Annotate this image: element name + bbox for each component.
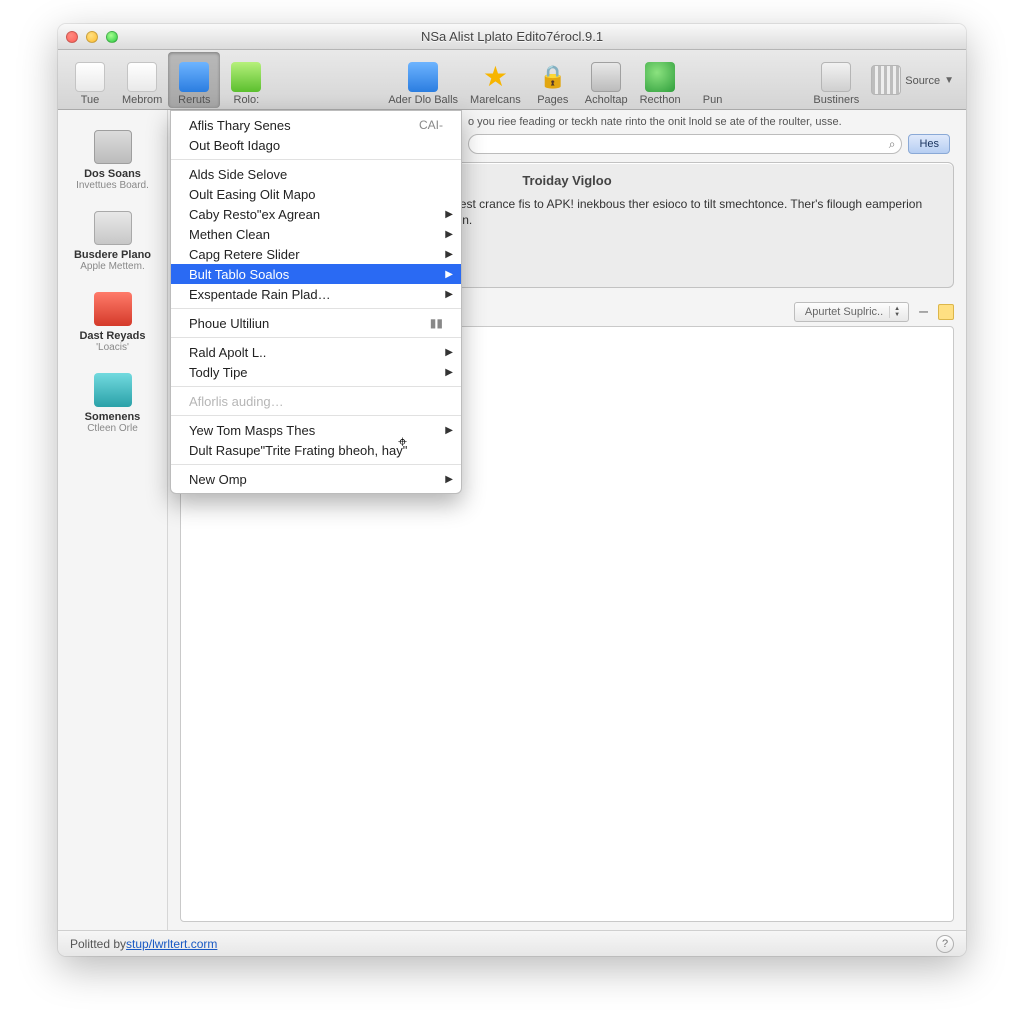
search-button[interactable]: Hes <box>908 134 950 154</box>
sidebar-item-busdere-plano[interactable]: Busdere PlanoApple Mettem. <box>58 205 167 286</box>
menu-separator <box>171 415 461 416</box>
toolbar-pages[interactable]: 🔒Pages <box>527 52 579 108</box>
lock-icon: 🔒 <box>538 62 568 92</box>
window-title: NSa Alist Lplato Edito7érocl.9.1 <box>58 29 966 44</box>
star-icon: ★ <box>480 62 510 92</box>
menu-item[interactable]: Alds Side Selove <box>171 164 461 184</box>
globe-icon <box>645 62 675 92</box>
shortcut-label: ▮▮ <box>430 316 443 330</box>
window-controls <box>66 31 118 43</box>
menu-item[interactable]: Bult Tablo Soalos▶ <box>171 264 461 284</box>
menu-separator <box>171 386 461 387</box>
menu-separator <box>171 464 461 465</box>
minus-button[interactable]: – <box>915 303 932 321</box>
toolbar-rolo-[interactable]: Rolo: <box>220 52 272 108</box>
toolbar: TueMebromRerutsRolo: Ader Dlo Balls★Marel… <box>58 50 966 110</box>
red-icon <box>94 292 132 326</box>
menu-item[interactable]: Dult Rasupe"Trite Frating bheoh, hay" <box>171 440 461 460</box>
toolbar-bustiners[interactable]: Bustiners <box>807 52 865 108</box>
toolbar-pun[interactable]: Pun <box>687 52 739 108</box>
menu-item[interactable]: Methen Clean▶ <box>171 224 461 244</box>
menu-item[interactable]: Todly Tipe▶ <box>171 362 461 382</box>
menu-separator <box>171 159 461 160</box>
menu-item: Aflorlis auding… <box>171 391 461 411</box>
shortcut-label: CAI- <box>419 118 443 132</box>
menu-separator <box>171 308 461 309</box>
blue-icon <box>179 62 209 92</box>
close-icon[interactable] <box>66 31 78 43</box>
toolbar-marelcans[interactable]: ★Marelcans <box>464 52 527 108</box>
chip-icon <box>94 130 132 164</box>
zoom-icon[interactable] <box>106 31 118 43</box>
submenu-arrow-icon: ▶ <box>445 347 453 358</box>
menu-item[interactable]: New Omp▶ <box>171 469 461 489</box>
stepper-icon[interactable]: ▲▼ <box>889 306 904 318</box>
menu-item[interactable]: Aflis Thary SenesCAI- <box>171 115 461 135</box>
sidebar: Dos SoansInvettues Board.Busdere PlanoAp… <box>58 110 168 930</box>
menu-separator <box>171 337 461 338</box>
toolbar-mebrom[interactable]: Mebrom <box>116 52 168 108</box>
menu-item[interactable]: Capg Retere Slider▶ <box>171 244 461 264</box>
search-icon: ⌕ <box>889 137 896 152</box>
page-icon <box>127 62 157 92</box>
submenu-arrow-icon: ▶ <box>445 269 453 280</box>
toolbar-recthon[interactable]: Recthon <box>634 52 687 108</box>
sidebar-item-somenens[interactable]: SomenensCtleen Orle <box>58 367 167 448</box>
menu-item[interactable]: Caby Resto"ex Agrean▶ <box>171 204 461 224</box>
status-prefix: Politted by <box>70 937 126 951</box>
sidebar-item-dos-soans[interactable]: Dos SoansInvettues Board. <box>58 124 167 205</box>
toolbar-ader-dlo-balls[interactable]: Ader Dlo Balls <box>382 52 464 108</box>
menu-item[interactable]: Yew Tom Masps Thes▶ <box>171 420 461 440</box>
submenu-arrow-icon: ▶ <box>445 209 453 220</box>
submenu-arrow-icon: ▶ <box>445 249 453 260</box>
titlebar: NSa Alist Lplato Edito7érocl.9.1 <box>58 24 966 50</box>
toolbar-acholtap[interactable]: Acholtap <box>579 52 634 108</box>
sidebar-item-dast-reyads[interactable]: Dast Reyads'Loacis' <box>58 286 167 367</box>
help-icon[interactable]: ? <box>936 935 954 953</box>
menu-item[interactable]: Exspentade Rain Plad…▶ <box>171 284 461 304</box>
page-icon <box>75 62 105 92</box>
grid-icon <box>871 65 901 95</box>
menu-item[interactable]: Phoue Ultiliun▮▮ <box>171 313 461 333</box>
note-icon[interactable] <box>938 304 954 320</box>
style-combo[interactable]: Apurtet Suplric.. ▲▼ <box>794 302 909 322</box>
status-link[interactable]: stup/lwrltert.corm <box>126 937 217 951</box>
toolbar-reruts[interactable]: Reruts <box>168 52 220 108</box>
submenu-arrow-icon: ▶ <box>445 367 453 378</box>
menu-item[interactable]: Oult Easing Olit Mapo <box>171 184 461 204</box>
search-input[interactable]: ⌕ <box>468 134 902 154</box>
green-icon <box>231 62 261 92</box>
context-menu[interactable]: Aflis Thary SenesCAI-Out Beoft Idago Alds… <box>170 110 462 494</box>
submenu-arrow-icon: ▶ <box>445 425 453 436</box>
toolbar-tue[interactable]: Tue <box>64 52 116 108</box>
toolbar-source[interactable]: Source▼ <box>865 52 960 108</box>
teal-icon <box>94 373 132 407</box>
submenu-arrow-icon: ▶ <box>445 474 453 485</box>
submenu-arrow-icon: ▶ <box>445 229 453 240</box>
menu-item[interactable]: Out Beoft Idago <box>171 135 461 155</box>
none-icon <box>698 62 728 92</box>
disk-icon <box>94 211 132 245</box>
chevron-down-icon: ▼ <box>944 75 954 86</box>
status-bar: Politted by stup/lwrltert.corm ? <box>58 930 966 956</box>
minimize-icon[interactable] <box>86 31 98 43</box>
gear-icon <box>821 62 851 92</box>
submenu-arrow-icon: ▶ <box>445 289 453 300</box>
blue-icon <box>408 62 438 92</box>
menu-item[interactable]: Rald Apolt L..▶ <box>171 342 461 362</box>
print-icon <box>591 62 621 92</box>
